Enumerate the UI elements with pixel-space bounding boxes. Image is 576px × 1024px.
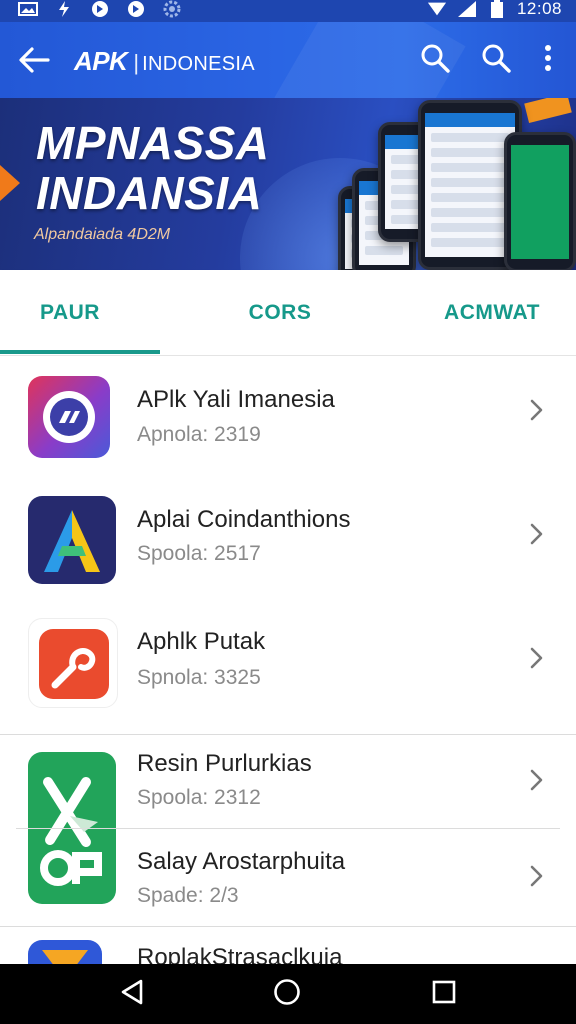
list-item[interactable]: APlk Yali Imanesia Apnola: 2319 xyxy=(0,356,576,478)
system-icons: 12:08 xyxy=(427,0,562,18)
search-button-2[interactable] xyxy=(478,42,514,78)
tab-paur[interactable]: PAUR xyxy=(0,270,140,356)
list-item[interactable]: Salay Arostarphuita Spade: 2/3 xyxy=(0,828,576,926)
chat-bubble-app-icon xyxy=(28,376,110,458)
app-name: Aplai Coindanthions xyxy=(137,506,351,533)
search-button[interactable] xyxy=(417,42,453,78)
app-name: Resin Purlurkias xyxy=(137,750,312,777)
notification-icons xyxy=(18,0,182,18)
settings-notification-icon xyxy=(162,0,182,18)
more-vert-icon xyxy=(544,44,552,77)
nav-home-button[interactable] xyxy=(271,978,303,1010)
app-subtitle: Spoola: 2312 xyxy=(137,786,261,809)
recents-square-icon xyxy=(432,980,456,1009)
app-bar: APK | INDONESIA xyxy=(0,22,576,98)
chevron-right-icon xyxy=(524,646,548,670)
nav-recents-button[interactable] xyxy=(428,978,460,1010)
banner-subtitle: Alpandaiada 4D2M xyxy=(34,226,171,243)
letter-a-app-icon xyxy=(28,496,116,584)
app-name: RoplakStrasaclkuia xyxy=(137,944,343,964)
home-circle-icon xyxy=(273,978,301,1011)
chevron-right-icon xyxy=(524,864,548,888)
status-time: 12:08 xyxy=(516,0,562,18)
phone-illustration-right xyxy=(504,132,576,270)
battery-icon xyxy=(487,0,507,18)
back-button[interactable] xyxy=(14,42,54,82)
app-name: APlk Yali Imanesia xyxy=(137,386,335,413)
tab-bar: PAUR CORS ACMWAT xyxy=(0,270,576,356)
banner-orange-card xyxy=(524,98,572,124)
title-separator: | xyxy=(133,50,140,75)
app-subtitle: Apnola: 2319 xyxy=(137,423,261,446)
banner-title-line1: MPNASSA xyxy=(36,117,270,169)
app-notification-icon xyxy=(90,1,110,17)
chevron-right-icon xyxy=(524,768,548,792)
banner-title-line2: INDANSIA xyxy=(36,167,263,219)
overflow-menu-button[interactable] xyxy=(530,42,566,78)
banner-orange-shape xyxy=(0,138,20,228)
system-nav-bar xyxy=(0,964,576,1024)
app-notification-icon xyxy=(126,1,146,17)
back-triangle-icon xyxy=(119,978,145,1011)
app-subtitle: Spoola: 2517 xyxy=(137,542,261,565)
nav-back-button[interactable] xyxy=(116,978,148,1010)
app-title: APK | INDONESIA xyxy=(74,46,255,76)
banner-title: MPNASSA INDANSIA xyxy=(36,118,270,218)
list-item[interactable]: RoplakStrasaclkuia xyxy=(0,926,576,964)
wifi-icon xyxy=(427,1,447,17)
app-subtitle: Spade: 2/3 xyxy=(137,884,239,907)
app-subtitle: Spnola: 3325 xyxy=(137,666,261,689)
list-item[interactable]: Aphlk Putak Spnola: 3325 xyxy=(0,598,576,734)
image-notification-icon xyxy=(18,1,38,17)
arrow-left-icon xyxy=(18,46,50,79)
app-name: Aphlk Putak xyxy=(137,628,266,655)
bolt-notification-icon xyxy=(54,1,74,17)
app-region: INDONESIA xyxy=(142,53,255,75)
tab-cors[interactable]: CORS xyxy=(210,270,350,356)
app-name: Salay Arostarphuita xyxy=(137,848,346,875)
list-item[interactable]: Aplai Coindanthions Spoola: 2517 xyxy=(0,478,576,598)
search-icon xyxy=(420,43,450,78)
status-bar: 12:08 xyxy=(0,0,576,22)
promo-banner[interactable]: MPNASSA INDANSIA Alpandaiada 4D2M xyxy=(0,98,576,270)
blue-app-icon xyxy=(28,940,102,964)
app-list: APlk Yali Imanesia Apnola: 2319 Aplai Co… xyxy=(0,356,576,964)
swirl-app-icon xyxy=(28,618,118,708)
chevron-right-icon xyxy=(524,398,548,422)
search-icon xyxy=(481,43,511,78)
signal-icon xyxy=(457,1,477,17)
app-brand: APK xyxy=(74,46,128,76)
tab-indicator xyxy=(0,350,160,354)
tab-acmwat[interactable]: ACMWAT xyxy=(420,270,564,356)
chevron-right-icon xyxy=(524,522,548,546)
list-item[interactable]: Resin Purlurkias Spoola: 2312 xyxy=(0,734,576,828)
